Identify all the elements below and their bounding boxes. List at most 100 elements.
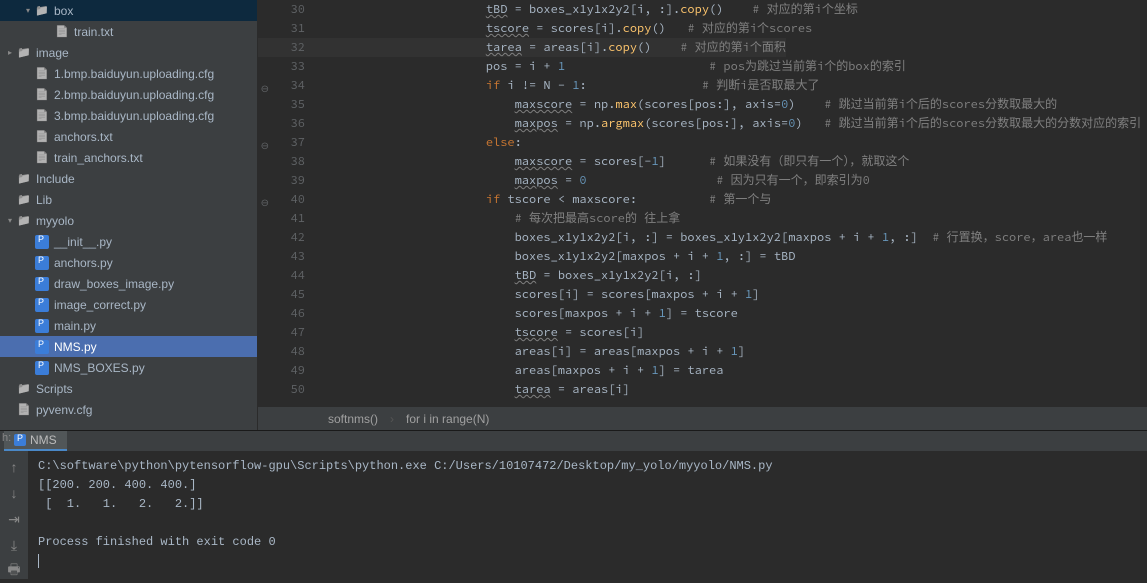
code-line[interactable]: 35 maxscore = np.max(scores[pos:], axis=… <box>258 95 1147 114</box>
tree-item-box[interactable]: ▾box <box>0 0 257 21</box>
code-text[interactable]: boxes_x1y1x2y2[maxpos + i + 1, :] = tBD <box>313 247 795 266</box>
line-number[interactable]: 49 <box>258 361 313 380</box>
tree-item-nms-boxes-py[interactable]: NMS_BOXES.py <box>0 357 257 378</box>
code-line[interactable]: 40 if tscore < maxscore: # 第一个与 <box>258 190 1147 209</box>
wrap-icon[interactable]: ⇥ <box>6 511 22 527</box>
tree-item-train-txt[interactable]: train.txt <box>0 21 257 42</box>
tree-item-2-bmp-baiduyun-uploading-cfg[interactable]: 2.bmp.baiduyun.uploading.cfg <box>0 84 257 105</box>
project-tree[interactable]: ▾boxtrain.txt▸image1.bmp.baiduyun.upload… <box>0 0 258 430</box>
tree-item--init-py[interactable]: __init__.py <box>0 231 257 252</box>
tree-item-image[interactable]: ▸image <box>0 42 257 63</box>
code-text[interactable]: if tscore < maxscore: # 第一个与 <box>313 190 771 209</box>
code-text[interactable]: areas[i] = areas[maxpos + i + 1] <box>313 342 745 361</box>
code-text[interactable]: tscore = scores[i] <box>313 323 644 342</box>
tree-item-myyolo[interactable]: ▾myyolo <box>0 210 257 231</box>
code-text[interactable]: pos = i + 1 # pos为跳过当前第i个的box的索引 <box>313 57 906 76</box>
line-number[interactable]: 34 <box>258 76 313 95</box>
code-text[interactable]: maxscore = scores[-1] # 如果没有（即只有一个），就取这个 <box>313 152 909 171</box>
code-text[interactable]: maxpos = np.argmax(scores[pos:], axis=0)… <box>313 114 1141 133</box>
code-text[interactable]: maxscore = np.max(scores[pos:], axis=0) … <box>313 95 1057 114</box>
line-number[interactable]: 37 <box>258 133 313 152</box>
line-number[interactable]: 44 <box>258 266 313 285</box>
code-text[interactable]: tBD = boxes_x1y1x2y2[i, :].copy() # 对应的第… <box>313 0 858 19</box>
print-icon[interactable]: 🖶 <box>6 563 22 579</box>
code-line[interactable]: 34 if i != N - 1: # 判断i是否取最大了 <box>258 76 1147 95</box>
line-number[interactable]: 45 <box>258 285 313 304</box>
tree-item-scripts[interactable]: Scripts <box>0 378 257 399</box>
code-text[interactable]: # 每次把最高score的 往上拿 <box>313 209 680 228</box>
breadcrumb-fn[interactable]: softnms() <box>328 412 378 426</box>
fold-icon[interactable] <box>259 79 269 93</box>
breadcrumb[interactable]: softnms() › for i in range(N) <box>258 406 1147 430</box>
code-text[interactable]: areas[maxpos + i + 1] = tarea <box>313 361 723 380</box>
line-number[interactable]: 46 <box>258 304 313 323</box>
code-text[interactable]: maxpos = 0 # 因为只有一个，即索引为0 <box>313 171 870 190</box>
code-text[interactable]: scores[i] = scores[maxpos + i + 1] <box>313 285 759 304</box>
code-line[interactable]: 30 tBD = boxes_x1y1x2y2[i, :].copy() # 对… <box>258 0 1147 19</box>
line-number[interactable]: 50 <box>258 380 313 399</box>
line-number[interactable]: 41 <box>258 209 313 228</box>
line-number[interactable]: 31 <box>258 19 313 38</box>
breadcrumb-loop[interactable]: for i in range(N) <box>406 412 489 426</box>
line-number[interactable]: 33 <box>258 57 313 76</box>
tree-arrow-icon[interactable]: ▾ <box>4 216 16 225</box>
code-line[interactable]: 31 tscore = scores[i].copy() # 对应的第i个sco… <box>258 19 1147 38</box>
code-line[interactable]: 36 maxpos = np.argmax(scores[pos:], axis… <box>258 114 1147 133</box>
tree-arrow-icon[interactable]: ▾ <box>22 6 34 15</box>
line-number[interactable]: 30 <box>258 0 313 19</box>
line-number[interactable]: 42 <box>258 228 313 247</box>
code-line[interactable]: 46 scores[maxpos + i + 1] = tscore <box>258 304 1147 323</box>
code-line[interactable]: 49 areas[maxpos + i + 1] = tarea <box>258 361 1147 380</box>
code-text[interactable]: tscore = scores[i].copy() # 对应的第i个scores <box>313 19 812 38</box>
code-line[interactable]: 39 maxpos = 0 # 因为只有一个，即索引为0 <box>258 171 1147 190</box>
code-line[interactable]: 38 maxscore = scores[-1] # 如果没有（即只有一个），就… <box>258 152 1147 171</box>
tree-item-3-bmp-baiduyun-uploading-cfg[interactable]: 3.bmp.baiduyun.uploading.cfg <box>0 105 257 126</box>
up-icon[interactable]: ↑ <box>6 459 22 475</box>
tree-item-pyvenv-cfg[interactable]: pyvenv.cfg <box>0 399 257 420</box>
tree-arrow-icon[interactable]: ▸ <box>4 48 16 57</box>
tree-item-anchors-txt[interactable]: anchors.txt <box>0 126 257 147</box>
line-number[interactable]: 32 <box>258 38 313 57</box>
code-text[interactable]: tarea = areas[i] <box>313 380 630 399</box>
line-number[interactable]: 48 <box>258 342 313 361</box>
line-number[interactable]: 35 <box>258 95 313 114</box>
code-text[interactable]: boxes_x1y1x2y2[i, :] = boxes_x1y1x2y2[ma… <box>313 228 1107 247</box>
console-output[interactable]: C:\software\python\pytensorflow-gpu\Scri… <box>28 451 1147 579</box>
code-text[interactable]: tarea = areas[i].copy() # 对应的第i个面积 <box>313 38 786 57</box>
console-tab-nms[interactable]: NMS <box>4 431 67 451</box>
tree-item-nms-py[interactable]: NMS.py <box>0 336 257 357</box>
tree-item-main-py[interactable]: main.py <box>0 315 257 336</box>
line-number[interactable]: 40 <box>258 190 313 209</box>
line-number[interactable]: 43 <box>258 247 313 266</box>
console-tabs[interactable]: NMS <box>0 431 1147 451</box>
down-icon[interactable]: ↓ <box>6 485 22 501</box>
code-line[interactable]: 37 else: <box>258 133 1147 152</box>
code-text[interactable]: else: <box>313 133 522 152</box>
code-line[interactable]: 48 areas[i] = areas[maxpos + i + 1] <box>258 342 1147 361</box>
code-line[interactable]: 47 tscore = scores[i] <box>258 323 1147 342</box>
tree-item-1-bmp-baiduyun-uploading-cfg[interactable]: 1.bmp.baiduyun.uploading.cfg <box>0 63 257 84</box>
tree-item-image-correct-py[interactable]: image_correct.py <box>0 294 257 315</box>
code-line[interactable]: 42 boxes_x1y1x2y2[i, :] = boxes_x1y1x2y2… <box>258 228 1147 247</box>
code-line[interactable]: 44 tBD = boxes_x1y1x2y2[i, :] <box>258 266 1147 285</box>
tree-item-include[interactable]: Include <box>0 168 257 189</box>
code-line[interactable]: 32 tarea = areas[i].copy() # 对应的第i个面积 <box>258 38 1147 57</box>
code-editor[interactable]: 30 tBD = boxes_x1y1x2y2[i, :].copy() # 对… <box>258 0 1147 430</box>
code-text[interactable]: tBD = boxes_x1y1x2y2[i, :] <box>313 266 702 285</box>
code-text[interactable]: scores[maxpos + i + 1] = tscore <box>313 304 738 323</box>
fold-icon[interactable] <box>259 136 269 150</box>
tree-item-draw-boxes-image-py[interactable]: draw_boxes_image.py <box>0 273 257 294</box>
fold-icon[interactable] <box>259 193 269 207</box>
tree-item-lib[interactable]: Lib <box>0 189 257 210</box>
line-number[interactable]: 36 <box>258 114 313 133</box>
tree-item-anchors-py[interactable]: anchors.py <box>0 252 257 273</box>
tree-item-train-anchors-txt[interactable]: train_anchors.txt <box>0 147 257 168</box>
scroll-end-icon[interactable]: ⤓ <box>6 537 22 553</box>
line-number[interactable]: 38 <box>258 152 313 171</box>
code-line[interactable]: 33 pos = i + 1 # pos为跳过当前第i个的box的索引 <box>258 57 1147 76</box>
line-number[interactable]: 39 <box>258 171 313 190</box>
code-text[interactable]: if i != N - 1: # 判断i是否取最大了 <box>313 76 819 95</box>
code-line[interactable]: 45 scores[i] = scores[maxpos + i + 1] <box>258 285 1147 304</box>
line-number[interactable]: 47 <box>258 323 313 342</box>
code-line[interactable]: 43 boxes_x1y1x2y2[maxpos + i + 1, :] = t… <box>258 247 1147 266</box>
